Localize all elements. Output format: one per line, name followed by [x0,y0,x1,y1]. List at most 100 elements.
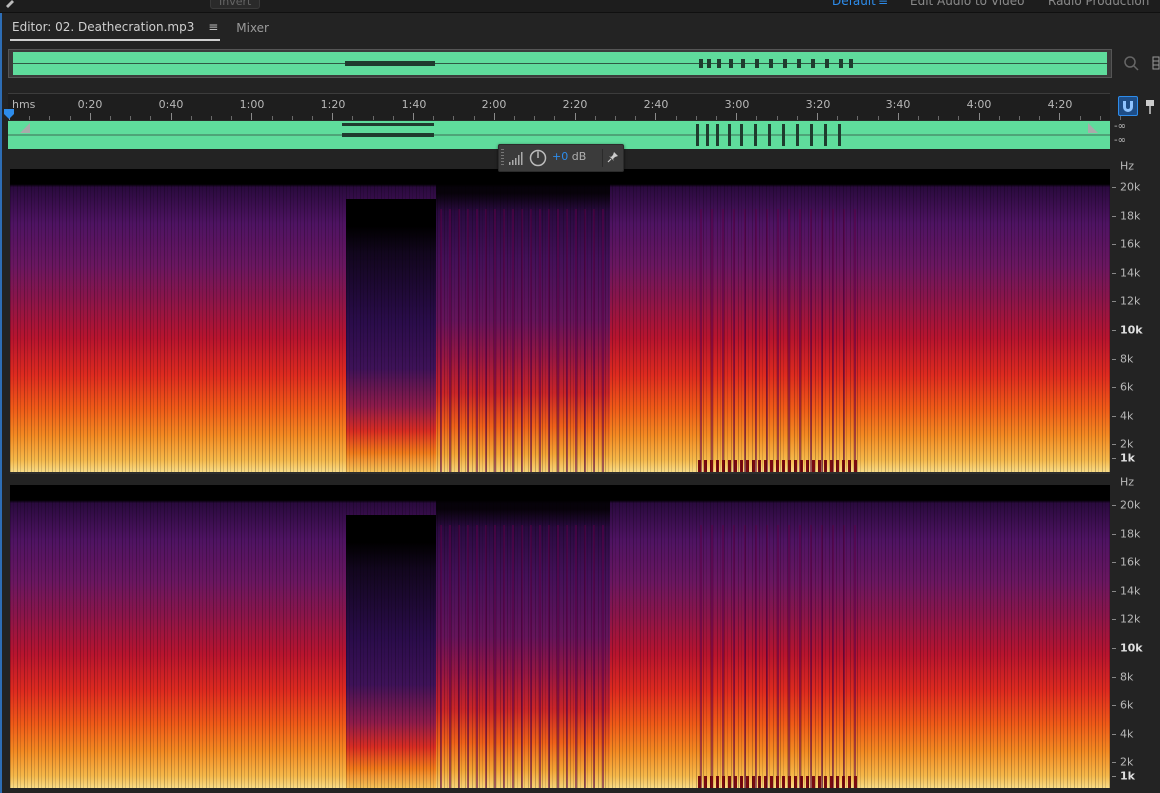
menu-icon[interactable]: ≡ [208,20,218,34]
overview-navigator[interactable] [8,49,1112,78]
hud-separator [602,149,603,167]
level-readout-top: -∞ [1114,121,1126,132]
tab-mixer[interactable]: Mixer [234,18,271,40]
ruler-label: 2:00 [481,98,507,111]
frequency-label: 14k [1120,266,1141,280]
frequency-tick [1112,415,1116,417]
frequency-label: 4k [1120,409,1134,423]
fade-in-handle[interactable] [20,123,30,133]
frequency-tick [1112,505,1116,506]
frequency-scale-channel-2: Hz 20k 18k 16k 14k 12k 10k 8k 6k 4k 2k 1k [1112,474,1160,790]
workspace-menu-icon[interactable]: ≡ [878,0,888,8]
spectrogram-channel-1[interactable] [10,169,1110,472]
frequency-tick [1112,762,1116,764]
pin-icon[interactable] [607,151,619,163]
ruler-label: 3:40 [885,98,911,111]
ruler-label: 3:20 [805,98,831,111]
frequency-label: 14k [1120,584,1141,598]
ruler-label: 4:00 [966,98,992,111]
panel-menu-icon[interactable] [1152,56,1160,70]
tab-editor[interactable]: Editor: 02. Deathecration.mp3 ≡ [10,17,221,41]
frequency-tick [1112,590,1116,592]
frequency-tick [1112,244,1116,246]
ruler-major-tick [493,113,495,120]
channel-divider [10,472,1110,474]
frequency-label: 8k [1120,670,1134,684]
gain-value[interactable]: +0 [552,150,568,163]
frequency-tick [1112,301,1116,303]
frequency-label: 1k [1120,769,1135,783]
frequency-tick [1112,533,1116,535]
gain-readout[interactable]: +0 dB [552,150,586,163]
frequency-label: 2k [1120,755,1134,769]
ruler-major-tick [817,113,818,120]
overview-waveform-graphic [13,59,1107,68]
invert-menu-item[interactable]: Invert [210,0,261,9]
ruler-label: 4:20 [1047,98,1073,111]
ruler-label: 1:40 [401,98,427,111]
frequency-tick [1112,676,1116,678]
workspace-edit-audio-to-video[interactable]: Edit Audio to Video [910,0,1024,8]
frequency-label: 10k [1120,641,1143,655]
workspace-radio-production[interactable]: Radio Production [1048,0,1149,8]
frequency-tick [1112,444,1116,446]
gain-hud[interactable]: +0 dB [498,144,624,172]
frequency-tick [1112,705,1116,707]
frequency-label: 18k [1120,527,1141,541]
ruler-label: 1:00 [239,98,265,111]
fade-out-handle[interactable] [1088,123,1098,133]
ruler-major-tick [170,113,172,120]
ruler-major-tick [413,113,414,120]
marker-icon[interactable] [1144,99,1156,115]
frequency-label: 18k [1120,209,1141,223]
frequency-tick [1112,733,1116,735]
ruler-label: 2:20 [562,98,588,111]
frequency-tick [1112,215,1116,217]
ruler-label: 1:20 [320,98,346,111]
ruler-major-tick [897,113,899,120]
gain-unit: dB [571,150,587,163]
tool-icon[interactable] [4,0,16,8]
ruler-major-tick [332,113,334,120]
frequency-label: 4k [1120,727,1134,741]
ruler-major-tick [978,113,980,120]
frequency-label: 12k [1120,612,1141,626]
frequency-label: 8k [1120,352,1134,366]
ruler-label: 0:20 [77,98,103,111]
frequency-tick [1112,358,1116,360]
time-ruler[interactable]: hms 0:20 0:40 1:00 1:20 1:40 2:00 2:20 2… [8,93,1121,120]
ruler-major-tick [655,113,657,120]
ruler-major-tick [736,113,738,120]
spectrogram-texture [10,169,1110,472]
level-meter-icon [509,152,523,165]
frequency-tick [1112,648,1116,649]
frequency-tick [1112,458,1116,460]
frequency-tick [1112,619,1116,621]
hud-grip[interactable] [501,149,504,167]
zoom-icon[interactable] [1122,54,1140,72]
frequency-unit: Hz [1120,475,1135,489]
ruler-major-tick [89,113,91,120]
frequency-label: 6k [1120,698,1134,712]
frequency-label: 20k [1120,180,1141,194]
workspace-default[interactable]: Default [832,0,876,8]
ruler-major-tick [574,113,576,120]
frequency-label: 1k [1120,451,1135,465]
frequency-tick [1112,776,1116,778]
frequency-label: 10k [1120,323,1143,337]
tab-editor-label: Editor: 02. Deathecration.mp3 [12,20,195,34]
frequency-label: 16k [1120,237,1141,251]
playhead-icon[interactable] [3,108,15,120]
volume-knob-icon[interactable] [529,149,547,167]
editor-tabs: Editor: 02. Deathecration.mp3 ≡ Mixer [10,17,271,41]
spectrogram-channel-2[interactable] [10,485,1110,788]
frequency-unit: Hz [1120,159,1135,173]
ruler-unit: hms [12,98,36,111]
magnet-icon[interactable] [1118,96,1138,116]
ruler-major-tick [1059,113,1061,120]
ruler-label: 0:40 [158,98,184,111]
overview-waveform [13,52,1107,75]
frequency-label: 12k [1120,294,1141,308]
frequency-tick [1112,387,1116,389]
ruler-label: 3:00 [724,98,750,111]
